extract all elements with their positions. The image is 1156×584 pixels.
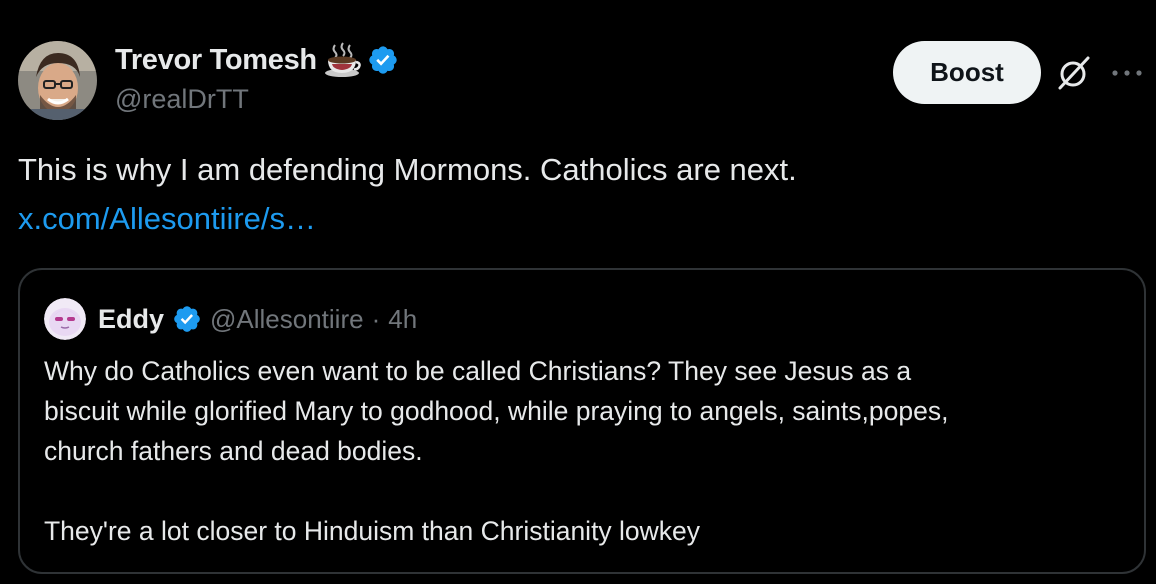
coffee-cup-icon <box>323 42 361 78</box>
boost-button[interactable]: Boost <box>893 41 1041 104</box>
author-handle[interactable]: @realDrTT <box>115 84 249 115</box>
post: Trevor Tomesh @realDrTT Boost This is wh… <box>0 0 1156 584</box>
verified-badge-icon <box>172 304 202 334</box>
post-text: This is why I am defending Mormons. Cath… <box>18 152 797 187</box>
author-avatar[interactable] <box>18 41 97 120</box>
grok-icon[interactable] <box>1054 53 1094 93</box>
quote-closing-line: They're a lot closer to Hinduism than Ch… <box>44 516 701 546</box>
quote-header: Eddy @Allesontiire · 4h <box>44 298 417 340</box>
quote-author-handle[interactable]: @Allesontiire <box>210 304 364 335</box>
author-name[interactable]: Trevor Tomesh <box>115 44 317 77</box>
separator-dot: · <box>371 303 381 334</box>
quote-text: Why do Catholics even want to be called … <box>44 351 1124 551</box>
quote-text-line: Why do Catholics even want to be called … <box>44 356 912 386</box>
author-name-row: Trevor Tomesh <box>115 40 399 80</box>
quote-author-avatar[interactable] <box>44 298 86 340</box>
quote-timestamp[interactable]: 4h <box>388 304 417 335</box>
quote-text-line: church fathers and dead bodies. <box>44 436 423 466</box>
quote-author-name[interactable]: Eddy <box>98 304 164 335</box>
quote-text-line: biscuit while glorified Mary to godhood,… <box>44 396 949 426</box>
verified-badge-icon <box>367 44 399 76</box>
quoted-post-card[interactable]: Eddy @Allesontiire · 4h Why do Catholics… <box>18 268 1146 574</box>
more-horizontal-icon[interactable] <box>1110 63 1144 83</box>
post-link[interactable]: x.com/Allesontiire/s… <box>18 199 316 239</box>
